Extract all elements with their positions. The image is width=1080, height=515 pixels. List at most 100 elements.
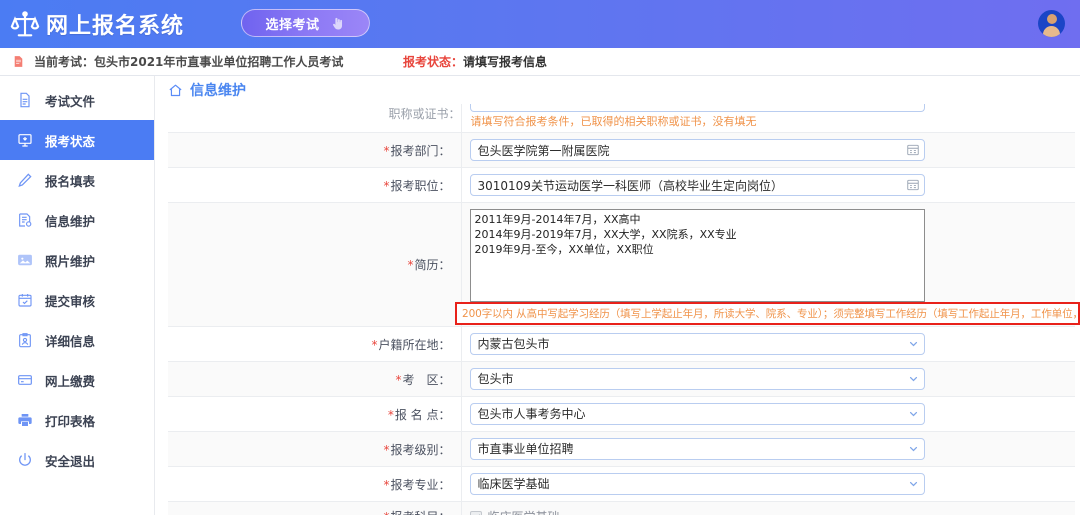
table-row: *报考级别： 市直事业单位招聘 (168, 431, 1075, 467)
sidebar-item-photo-maintenance[interactable]: 照片维护 (0, 240, 154, 280)
power-icon (19, 453, 31, 466)
sidebar-item-logout[interactable]: 安全退出 (0, 440, 154, 480)
sidebar-label: 网上缴费 (45, 373, 96, 389)
select-exam-label: 选择考试 (265, 17, 320, 33)
sidebar-label: 报考状态 (45, 133, 96, 149)
pencil-icon (18, 173, 32, 188)
major-select-wrap: 临床医学基础 (469, 473, 925, 495)
exam-status-label: 报考状态： (403, 55, 464, 69)
subject-checkbox[interactable] (469, 510, 482, 515)
avatar-body (1043, 26, 1060, 37)
table-row: *考 区： 包头市 (168, 361, 1075, 397)
exam-area-select-wrap: 包头市 (469, 368, 925, 390)
sidebar-label: 信息维护 (45, 213, 96, 229)
sidebar-label: 安全退出 (45, 453, 96, 469)
cutoff-field: 请填写符合报考条件，已取得的相关职称或证书，没有填无 (461, 104, 1075, 133)
required-mark: * (383, 143, 390, 158)
current-exam-text: 当前考试：包头市2021年市直事业单位招聘工作人员考试 (34, 55, 344, 69)
select-exam-button[interactable]: 选择考试 (241, 9, 370, 37)
sidebar-item-info-maintenance[interactable]: 信息维护 (0, 200, 154, 240)
registration-site-select-wrap: 包头市人事考务中心 (469, 403, 925, 425)
required-mark: * (383, 477, 390, 492)
sidebar-label: 打印表格 (45, 413, 96, 429)
field-label-exam-area: *考 区： (168, 361, 462, 397)
sidebar: 考试文件 报考状态 报名填表 信息维护 照片维护 提交审核 详细信息 网上缴费 … (0, 76, 155, 515)
label-text: 报 名 点： (394, 407, 451, 422)
exam-area-select[interactable]: 包头市 (469, 368, 925, 390)
department-input-wrap (469, 139, 925, 161)
resume-warning-text: 200字以内 从高中写起学习经历（填写上学起止年月，所读大学、院系、专业）；须完… (462, 308, 1078, 320)
subject-checkbox-label: 临床医学基础 (488, 508, 560, 515)
field-cell-household: 内蒙古包头市 (461, 327, 1075, 362)
document-icon (14, 56, 23, 67)
sidebar-item-application-form[interactable]: 报名填表 (0, 160, 154, 200)
sidebar-item-detail-info[interactable]: 详细信息 (0, 320, 154, 360)
page-title: 信息维护 (190, 83, 246, 99)
picker-icon[interactable] (906, 178, 920, 192)
major-select[interactable]: 临床医学基础 (469, 473, 925, 495)
user-avatar[interactable] (1038, 10, 1065, 37)
field-label-position: *报考职位： (168, 167, 462, 203)
sidebar-label: 提交审核 (45, 293, 96, 309)
household-select[interactable]: 内蒙古包头市 (469, 333, 925, 355)
page-header: 信息维护 (155, 76, 1080, 104)
required-mark: * (383, 442, 390, 457)
field-cell-exam-area: 包头市 (461, 362, 1075, 397)
label-text: 简历： (414, 258, 451, 272)
logo: 网上报名系统 (0, 8, 184, 40)
resume-warning-box: 200字以内 从高中写起学习经历（填写上学起止年月，所读大学、院系、专业）；须完… (455, 302, 1080, 325)
credit-card-icon (18, 375, 32, 385)
main-content: 信息维护 职称或证书： 请填写符合报考条件，已取得的相关职称或证书，没有填无 *… (155, 76, 1080, 515)
required-mark: * (383, 178, 390, 193)
picker-icon[interactable] (906, 143, 920, 157)
level-select[interactable]: 市直事业单位招聘 (469, 438, 925, 460)
monitor-icon (18, 134, 32, 147)
sidebar-label: 详细信息 (45, 333, 96, 349)
cutoff-label: 职称或证书： (168, 104, 462, 128)
file-icon (20, 92, 30, 108)
cutoff-input[interactable] (469, 104, 925, 112)
sidebar-item-application-status[interactable]: 报考状态 (0, 120, 154, 160)
sidebar-item-print-form[interactable]: 打印表格 (0, 400, 154, 440)
field-label-major: *报考专业： (168, 466, 462, 502)
department-input[interactable] (469, 139, 925, 161)
sidebar-item-online-payment[interactable]: 网上缴费 (0, 360, 154, 400)
field-cell-major: 临床医学基础 (461, 467, 1075, 502)
field-label-resume: *简历： (168, 202, 462, 327)
app-title: 网上报名系统 (46, 14, 185, 39)
required-mark: * (371, 337, 378, 352)
form-edit-icon (19, 213, 32, 227)
image-icon (18, 254, 32, 266)
table-row: *户籍所在地： 内蒙古包头市 (168, 326, 1075, 362)
position-input[interactable] (469, 174, 925, 196)
table-row: *报考职位： (168, 167, 1075, 203)
label-text: 报考科目： (390, 510, 450, 515)
status-bar: 当前考试：包头市2021年市直事业单位招聘工作人员考试 报考状态：请填写报考信息 (0, 48, 1080, 76)
sidebar-label: 照片维护 (45, 253, 96, 269)
sidebar-label: 报名填表 (45, 173, 96, 189)
printer-icon (18, 414, 32, 426)
field-label-registration-site: *报 名 点： (168, 396, 462, 432)
resume-textarea[interactable]: 2011年9月-2014年7月，XX高中 2014年9月-2019年7月，XX大… (469, 209, 925, 302)
field-cell-subject: 临床医学基础 (461, 502, 1075, 515)
clipboard-user-icon (19, 333, 31, 348)
home-icon (169, 84, 182, 96)
table-row: *报考部门： (168, 132, 1075, 168)
level-select-wrap: 市直事业单位招聘 (469, 438, 925, 460)
sidebar-label: 考试文件 (45, 93, 96, 109)
sidebar-item-submit-review[interactable]: 提交审核 (0, 280, 154, 320)
sidebar-item-exam-files[interactable]: 考试文件 (0, 80, 154, 120)
calendar-check-icon (18, 294, 32, 307)
table-row: *报考科目： 临床医学基础 (168, 501, 1075, 515)
cutoff-hint: 请填写符合报考条件，已取得的相关职称或证书，没有填无 (470, 115, 757, 128)
field-label-department: *报考部门： (168, 132, 462, 168)
required-mark: * (383, 510, 389, 515)
registration-site-select[interactable]: 包头市人事考务中心 (469, 403, 925, 425)
household-select-wrap: 内蒙古包头市 (469, 333, 925, 355)
label-text: 报考级别： (390, 442, 451, 457)
field-label-subject: *报考科目： (168, 501, 462, 515)
exam-status-value: 请填写报考信息 (463, 55, 548, 69)
app-header: 网上报名系统 选择考试 (0, 0, 1080, 48)
required-mark: * (395, 372, 402, 387)
scales-icon (10, 11, 40, 37)
